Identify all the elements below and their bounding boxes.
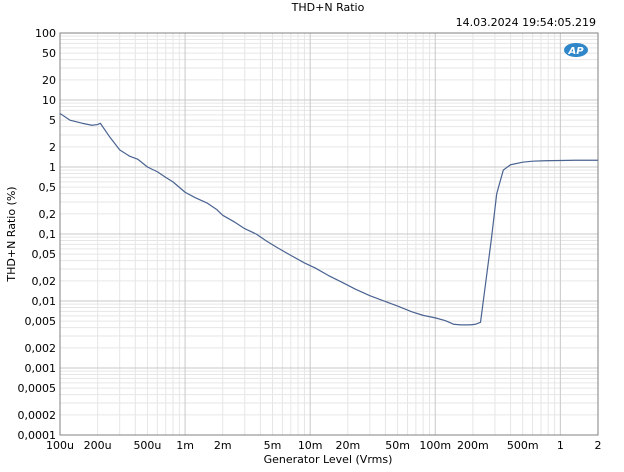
x-tick-label: 1m <box>176 439 194 452</box>
x-tick-label: 1 <box>557 439 564 452</box>
x-tick-label: 2m <box>214 439 232 452</box>
y-tick-label: 0,5 <box>39 181 57 194</box>
y-tick-label: 5 <box>49 114 56 127</box>
chart-container: 100u 200u 500u 1m 2m 5m 10m 20m 50m 100m 200m 500m 1… <box>0 0 624 468</box>
x-tick-label: 50m <box>385 439 410 452</box>
y-tick-label: 0,02 <box>32 275 57 288</box>
x-axis-label: Generator Level (Vrms) <box>264 453 393 466</box>
y-tick-label: 100 <box>35 27 56 40</box>
y-tick-label: 0,05 <box>32 248 57 261</box>
x-tick-label: 2 <box>595 439 602 452</box>
y-tick-label: 1 <box>49 161 56 174</box>
y-tick-label: 0,2 <box>39 208 57 221</box>
y-tick-label: 10 <box>42 94 56 107</box>
thdn-chart: 100u 200u 500u 1m 2m 5m 10m 20m 50m 100m 200m 500m 1… <box>0 0 624 468</box>
x-tick-label: 200m <box>457 439 489 452</box>
x-tick-label: 10m <box>298 439 323 452</box>
timestamp: 14.03.2024 19:54:05.219 <box>456 16 596 29</box>
x-tick-label: 200u <box>84 439 112 452</box>
x-tick-label: 500m <box>507 439 539 452</box>
y-tick-label: 0,002 <box>25 342 57 355</box>
y-tick-label: 20 <box>42 74 56 87</box>
y-tick-label: 0,005 <box>25 315 57 328</box>
y-tick-label: 50 <box>42 47 56 60</box>
x-tick-label: 20m <box>335 439 360 452</box>
y-tick-label: 0,001 <box>25 362 57 375</box>
x-tick-label: 100m <box>419 439 451 452</box>
y-axis-label: THD+N Ratio (%) <box>5 186 18 282</box>
x-tick-label: 500u <box>133 439 161 452</box>
y-tick-label: 0,0005 <box>18 382 57 395</box>
x-tick-label: 5m <box>264 439 282 452</box>
y-tick-label: 0,0002 <box>18 409 57 422</box>
y-tick-label: 2 <box>49 141 56 154</box>
y-tick-label: 0,1 <box>39 228 57 241</box>
ap-logo: AP <box>564 43 588 57</box>
chart-title: THD+N Ratio <box>291 1 365 14</box>
y-tick-label: 0,01 <box>32 295 57 308</box>
y-tick-label: 0,0001 <box>18 429 57 442</box>
ap-logo-text: AP <box>567 46 584 57</box>
